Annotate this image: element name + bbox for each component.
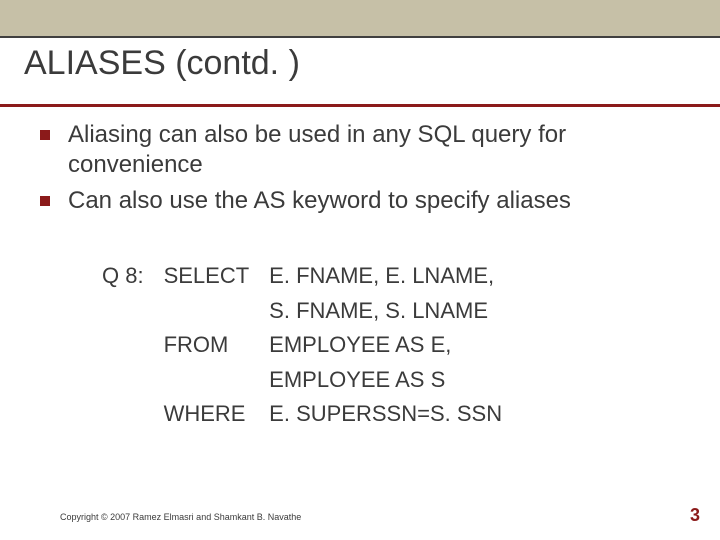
table-row: WHERE E. SUPERSSN=S. SSN <box>102 400 520 433</box>
query-value: S. FNAME, S. LNAME <box>269 297 520 330</box>
query-table: Q 8: SELECT E. FNAME, E. LNAME, S. FNAME… <box>100 260 522 435</box>
query-keyword <box>164 366 268 399</box>
table-row: EMPLOYEE AS S <box>102 366 520 399</box>
bullet-item: Aliasing can also be used in any SQL que… <box>40 120 680 180</box>
bullet-item: Can also use the AS keyword to specify a… <box>40 186 680 216</box>
square-bullet-icon <box>40 196 50 206</box>
query-block: Q 8: SELECT E. FNAME, E. LNAME, S. FNAME… <box>100 260 522 435</box>
page-number: 3 <box>690 505 700 526</box>
bullet-text: Can also use the AS keyword to specify a… <box>68 186 680 216</box>
query-keyword <box>164 297 268 330</box>
query-value: EMPLOYEE AS E, <box>269 331 520 364</box>
table-row: S. FNAME, S. LNAME <box>102 297 520 330</box>
query-label: Q 8: <box>102 262 162 295</box>
table-row: Q 8: SELECT E. FNAME, E. LNAME, <box>102 262 520 295</box>
top-band <box>0 0 720 38</box>
query-keyword: SELECT <box>164 262 268 295</box>
copyright-text: Copyright © 2007 Ramez Elmasri and Shamk… <box>60 512 301 522</box>
query-keyword: WHERE <box>164 400 268 433</box>
slide: ALIASES (contd. ) Aliasing can also be u… <box>0 0 720 540</box>
bullet-text: Aliasing can also be used in any SQL que… <box>68 120 680 180</box>
query-value: E. FNAME, E. LNAME, <box>269 262 520 295</box>
query-value: E. SUPERSSN=S. SSN <box>269 400 520 433</box>
body-content: Aliasing can also be used in any SQL que… <box>40 120 680 222</box>
title-underline <box>0 104 720 107</box>
query-value: EMPLOYEE AS S <box>269 366 520 399</box>
square-bullet-icon <box>40 130 50 140</box>
slide-title: ALIASES (contd. ) <box>24 44 300 83</box>
query-keyword: FROM <box>164 331 268 364</box>
table-row: FROM EMPLOYEE AS E, <box>102 331 520 364</box>
